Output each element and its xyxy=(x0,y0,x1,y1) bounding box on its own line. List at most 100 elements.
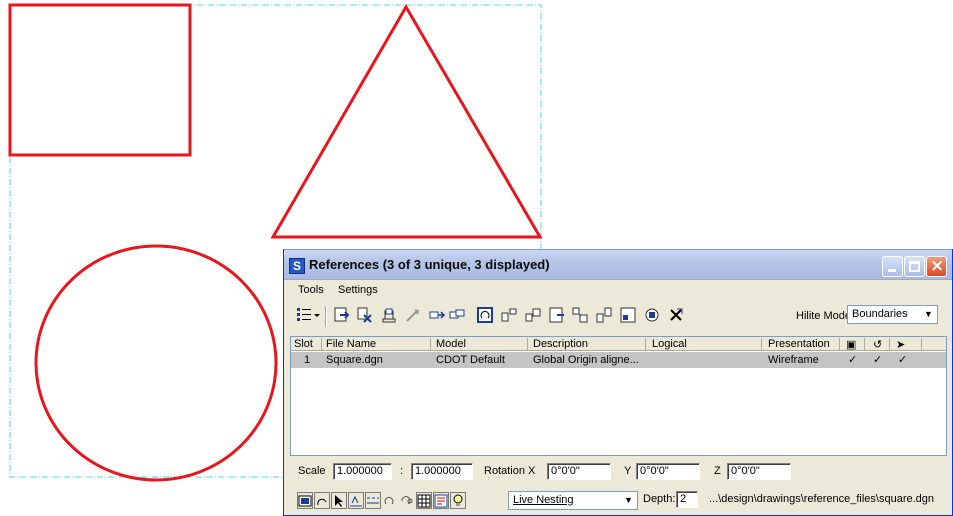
reload-icon xyxy=(382,308,396,323)
clip-boundary-button[interactable] xyxy=(547,305,567,325)
column-header-logical[interactable]: Logical xyxy=(652,338,687,350)
detach-icon xyxy=(357,307,372,323)
rotation-x-label: Rotation X xyxy=(484,465,536,477)
column-separator[interactable] xyxy=(645,338,646,350)
clip-mask-button[interactable] xyxy=(570,305,590,325)
raster-icon xyxy=(417,494,431,507)
column-header-model[interactable]: Model xyxy=(436,338,466,350)
cell-model: CDOT Default xyxy=(436,354,505,366)
lightbulb-icon xyxy=(453,494,463,506)
scale-button[interactable] xyxy=(523,305,543,325)
locate-toggle-icon xyxy=(335,494,343,507)
column-separator[interactable] xyxy=(921,338,922,350)
references-table[interactable]: Slot File Name Model Description Logical… xyxy=(290,336,947,456)
column-header-file-name[interactable]: File Name xyxy=(326,338,376,350)
rotation-y-label: Y xyxy=(624,465,632,477)
list-view-dropdown[interactable] xyxy=(312,305,322,325)
clip-front-icon xyxy=(596,307,612,323)
rotation-x-input[interactable]: 0°0'0" xyxy=(547,463,611,480)
column-header-presentation[interactable]: Presentation xyxy=(768,338,830,350)
scale-separator: : xyxy=(400,465,404,477)
references-dialog: S References (3 of 3 unique, 3 displayed… xyxy=(283,249,953,516)
column-separator[interactable] xyxy=(321,338,322,350)
minimize-icon xyxy=(888,269,896,272)
scale-label: Scale xyxy=(298,465,326,477)
copy-icon xyxy=(449,309,465,319)
list-view-button[interactable] xyxy=(294,305,314,325)
scale-master-input[interactable]: 1.000000 xyxy=(333,463,392,480)
column-separator[interactable] xyxy=(864,338,865,350)
scale-ref-input[interactable]: 1.000000 xyxy=(411,463,473,480)
display-checkbox[interactable]: ✓ xyxy=(848,353,857,366)
ignore-attach-toggle[interactable] xyxy=(382,492,398,509)
triangle-shape[interactable] xyxy=(270,4,543,239)
hilite-mode-select[interactable]: Boundaries ▼ xyxy=(847,305,938,324)
move-button[interactable] xyxy=(427,305,447,325)
reload-button[interactable] xyxy=(379,305,399,325)
clip-back-button[interactable] xyxy=(618,305,638,325)
mirror-button[interactable] xyxy=(499,305,519,325)
delete-clip-icon xyxy=(645,308,659,322)
column-separator[interactable] xyxy=(430,338,431,350)
chevron-down-icon: ▼ xyxy=(924,309,933,319)
close-icon: × xyxy=(930,256,945,276)
hilite-mode-value: Boundaries xyxy=(852,308,908,320)
copy-button[interactable] xyxy=(447,305,467,325)
snap-icon[interactable]: ↺ xyxy=(873,338,882,351)
square-shape[interactable] xyxy=(8,3,192,157)
level-symbology-icon xyxy=(434,494,448,507)
depth-label: Depth: xyxy=(643,493,676,505)
column-header-slot[interactable]: Slot xyxy=(294,338,313,350)
cancel-button[interactable] xyxy=(666,305,686,325)
rotation-z-input[interactable]: 0°0'0" xyxy=(727,463,791,480)
rotation-y-input[interactable]: 0°0'0" xyxy=(636,463,700,480)
scale-icon xyxy=(525,308,541,322)
display-icon[interactable]: ▣ xyxy=(846,338,856,351)
column-header-description[interactable]: Description xyxy=(533,338,588,350)
dialog-title-bar[interactable]: S References (3 of 3 unique, 3 displayed… xyxy=(284,249,952,280)
locate-icon[interactable]: ➤ xyxy=(896,338,905,351)
locate-checkbox[interactable]: ✓ xyxy=(898,353,907,366)
detach-button[interactable] xyxy=(355,305,375,325)
cell-slot: 1 xyxy=(304,354,311,366)
mirror-icon xyxy=(501,308,517,322)
clip-back-icon xyxy=(620,307,636,323)
maximize-button[interactable] xyxy=(904,256,925,277)
column-separator[interactable] xyxy=(761,338,762,350)
snap-checkbox[interactable]: ✓ xyxy=(873,353,882,366)
clip-mask-icon xyxy=(572,307,588,323)
locate-toggle[interactable] xyxy=(331,492,347,509)
attach-button[interactable] xyxy=(332,305,352,325)
cell-presentation: Wireframe xyxy=(768,354,819,366)
snap-toggle[interactable] xyxy=(314,492,330,509)
cancel-icon xyxy=(670,308,683,321)
exchange-button[interactable] xyxy=(403,305,423,325)
treat-as-element-toggle[interactable] xyxy=(399,492,415,509)
table-row[interactable]: 1 Square.dgn CDOT Default Global Origin … xyxy=(291,352,946,368)
column-separator[interactable] xyxy=(839,338,840,350)
level-display-toggle[interactable] xyxy=(348,492,364,509)
display-toggle[interactable] xyxy=(297,492,313,509)
circle-shape[interactable] xyxy=(34,244,278,482)
toolbar-separator xyxy=(325,306,327,327)
menu-tools[interactable]: Tools xyxy=(298,284,324,296)
depth-input[interactable]: 2 xyxy=(676,491,698,508)
delete-clip-button[interactable] xyxy=(642,305,662,325)
raster-toggle[interactable] xyxy=(416,492,432,509)
line-style-toggle[interactable] xyxy=(365,492,381,509)
chevron-down-icon xyxy=(314,314,320,317)
minimize-button[interactable] xyxy=(882,256,903,277)
clip-front-button[interactable] xyxy=(594,305,614,325)
cell-description: Global Origin aligne... xyxy=(533,354,639,366)
nesting-select[interactable]: Live Nesting ▼ xyxy=(508,491,638,510)
lightbulb-toggle[interactable] xyxy=(450,492,466,509)
line-style-icon xyxy=(367,497,379,503)
menu-settings[interactable]: Settings xyxy=(338,284,378,296)
app-icon: S xyxy=(289,258,305,274)
rotate-button[interactable] xyxy=(475,305,495,325)
level-symbology-toggle[interactable] xyxy=(433,492,449,509)
close-button[interactable]: × xyxy=(926,256,947,277)
treat-as-element-icon xyxy=(401,495,413,504)
column-separator[interactable] xyxy=(889,338,890,350)
column-separator[interactable] xyxy=(527,338,528,350)
